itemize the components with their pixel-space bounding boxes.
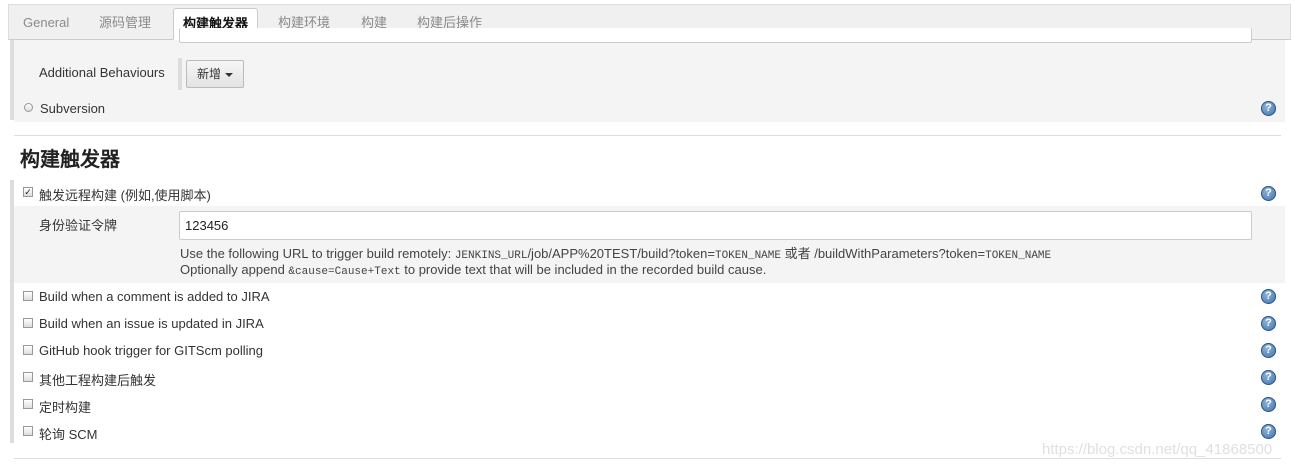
scm-previous-field[interactable]	[179, 28, 1252, 43]
section-divider-bottom	[14, 458, 1281, 459]
caret-down-icon	[225, 72, 233, 77]
github-hook-label: GitHub hook trigger for GITScm polling	[39, 343, 263, 358]
section-divider	[14, 135, 1281, 136]
help-line2-prefix: Optionally append	[180, 262, 289, 277]
help-icon[interactable]: ?	[1261, 397, 1276, 412]
upstream-trigger-checkbox[interactable]	[23, 372, 33, 382]
help-line1-token2: TOKEN_NAME	[985, 250, 1052, 262]
remote-build-label: 触发远程构建 (例如,使用脚本)	[39, 188, 211, 203]
help-line1-or: 或者 /buildWithParameters?token=	[780, 246, 986, 261]
jira-issue-checkbox[interactable]	[23, 318, 33, 328]
subversion-row	[14, 95, 1285, 122]
additional-behaviours-label: Additional Behaviours	[39, 65, 165, 80]
watermark: https://blog.csdn.net/qq_41868500	[1042, 441, 1273, 458]
help-icon[interactable]: ?	[1261, 343, 1276, 358]
periodic-build-label: 定时构建	[39, 400, 92, 415]
tab-source-code-management[interactable]: 源码管理	[99, 5, 151, 40]
help-icon[interactable]: ?	[1261, 424, 1276, 439]
subversion-label: Subversion	[40, 101, 106, 116]
periodic-build-checkbox[interactable]	[23, 399, 33, 409]
help-line1-mid: /job/APP%20TEST/build?token=	[527, 246, 715, 261]
cause-help-line: Optionally append &cause=Cause+Text to p…	[180, 262, 766, 278]
options-indent-bar	[10, 283, 14, 443]
jira-comment-label: Build when a comment is added to JIRA	[39, 289, 270, 304]
upstream-trigger-label: 其他工程构建后触发	[39, 373, 157, 388]
help-icon[interactable]: ?	[1261, 101, 1276, 116]
tab-general[interactable]: General	[23, 5, 69, 40]
add-behaviour-label: 新增	[196, 67, 221, 81]
poll-scm-checkbox[interactable]	[23, 426, 33, 436]
help-line1-prefix: Use the following URL to trigger build r…	[180, 246, 455, 261]
help-line1-url: JENKINS_URL	[454, 250, 528, 262]
help-line1-token: TOKEN_NAME	[714, 250, 781, 262]
poll-scm-label: 轮询 SCM	[39, 427, 98, 442]
subversion-radio[interactable]	[24, 103, 33, 112]
help-icon[interactable]: ?	[1261, 370, 1276, 385]
help-icon[interactable]: ?	[1261, 289, 1276, 304]
auth-token-label: 身份验证令牌	[39, 218, 118, 233]
add-behaviour-button[interactable]: 新增	[186, 60, 244, 88]
github-hook-checkbox[interactable]	[23, 345, 33, 355]
trigger-url-help-line: Use the following URL to trigger build r…	[180, 243, 1051, 262]
jira-issue-label: Build when an issue is updated in JIRA	[39, 316, 264, 331]
help-icon[interactable]: ?	[1261, 186, 1276, 201]
behaviours-indent-bar	[178, 58, 182, 90]
section-title-build-triggers: 构建触发器	[20, 149, 120, 171]
help-line2-suffix: to provide text that will be included in…	[400, 262, 767, 277]
help-icon[interactable]: ?	[1261, 316, 1276, 331]
remote-build-checkbox[interactable]: ✓	[23, 187, 33, 197]
help-line2-code: &cause=Cause+Text	[288, 266, 401, 278]
auth-token-input[interactable]	[179, 211, 1252, 240]
jira-comment-checkbox[interactable]	[23, 291, 33, 301]
